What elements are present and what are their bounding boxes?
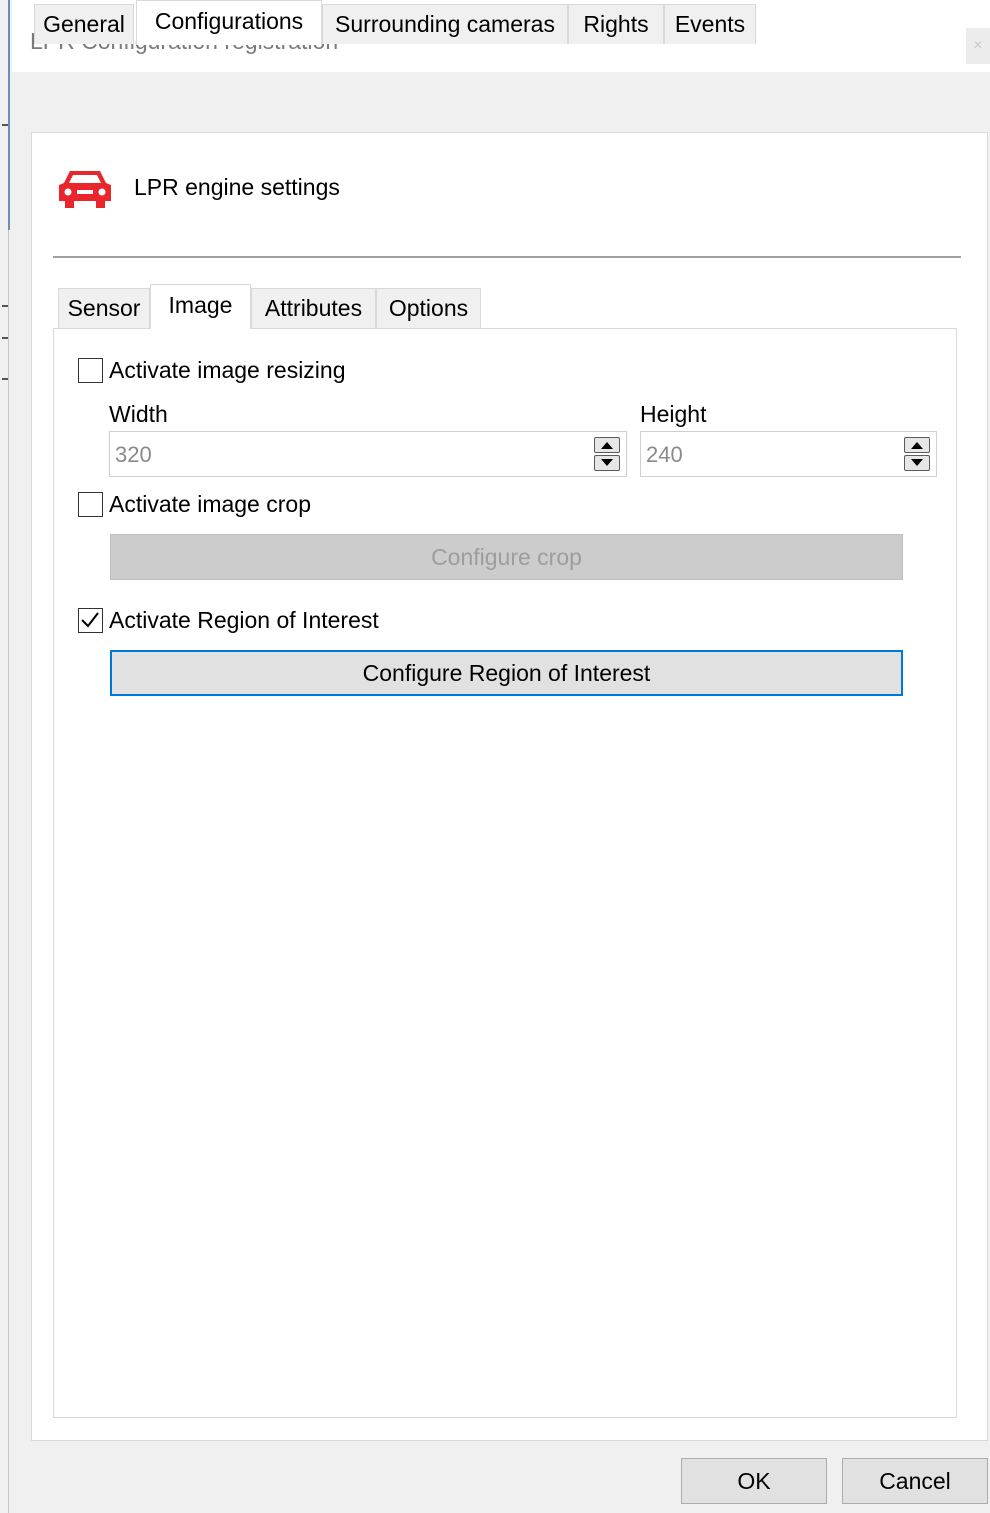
button-label: OK [737, 1468, 771, 1494]
height-down-button[interactable] [904, 455, 930, 471]
button-label: Configure Region of Interest [362, 660, 651, 686]
tab-sensor[interactable]: Sensor [58, 288, 150, 328]
tab-surrounding-cameras[interactable]: Surrounding cameras [322, 4, 568, 44]
width-value: 320 [115, 442, 152, 467]
width-label: Width [109, 401, 168, 427]
tab-label: Rights [583, 11, 649, 37]
height-up-button[interactable] [904, 437, 930, 453]
edge-mark [2, 337, 8, 339]
tab-label: Options [388, 295, 469, 321]
resize-checkbox-label: Activate image resizing [109, 357, 346, 383]
dialog-window: LPR Configuration registration × General… [0, 0, 990, 1513]
roi-checkbox[interactable] [78, 608, 103, 633]
tab-configurations[interactable]: Configurations [136, 0, 322, 45]
width-down-button[interactable] [594, 455, 620, 471]
configure-roi-button[interactable]: Configure Region of Interest [110, 650, 903, 696]
separator [53, 256, 961, 258]
tab-label: Configurations [154, 8, 304, 34]
window-left-accent [8, 0, 10, 230]
tab-label: Attributes [264, 295, 363, 321]
arrow-up-icon [911, 442, 923, 449]
arrow-down-icon [601, 459, 613, 466]
ok-button[interactable]: OK [681, 1458, 827, 1504]
cancel-button[interactable]: Cancel [842, 1458, 988, 1504]
tab-label: Events [674, 11, 746, 37]
checkmark-icon [81, 612, 99, 628]
tab-options[interactable]: Options [376, 288, 481, 328]
width-spin-arrows [594, 437, 620, 472]
edge-mark [2, 378, 8, 380]
tab-image[interactable]: Image [150, 284, 251, 329]
tab-events[interactable]: Events [664, 4, 756, 44]
close-button[interactable]: × [966, 28, 990, 64]
tab-label: General [43, 11, 125, 37]
edge-mark [2, 305, 8, 307]
button-label: Cancel [879, 1468, 951, 1494]
width-spinbox[interactable]: 320 [109, 431, 627, 477]
height-spin-arrows [904, 437, 930, 472]
configure-crop-button[interactable]: Configure crop [110, 534, 903, 580]
tab-label: Sensor [67, 295, 141, 321]
window-left-edge [8, 230, 9, 1513]
resize-checkbox[interactable] [78, 358, 103, 383]
crop-checkbox[interactable] [78, 492, 103, 517]
height-spinbox[interactable]: 240 [640, 431, 937, 477]
arrow-up-icon [601, 442, 613, 449]
arrow-down-icon [911, 459, 923, 466]
height-value: 240 [646, 442, 683, 467]
crop-checkbox-label: Activate image crop [109, 491, 311, 517]
roi-checkbox-label: Activate Region of Interest [109, 607, 379, 633]
width-up-button[interactable] [594, 437, 620, 453]
tab-attributes[interactable]: Attributes [251, 288, 376, 328]
car-icon [59, 171, 111, 208]
tab-label: Surrounding cameras [335, 11, 555, 37]
tab-label: Image [168, 292, 233, 318]
tab-rights[interactable]: Rights [568, 4, 664, 44]
section-title: LPR engine settings [134, 174, 340, 200]
button-label: Configure crop [431, 544, 582, 570]
close-icon: × [973, 37, 983, 54]
edge-mark [2, 124, 8, 126]
height-label: Height [640, 401, 707, 427]
tab-general[interactable]: General [34, 4, 134, 44]
